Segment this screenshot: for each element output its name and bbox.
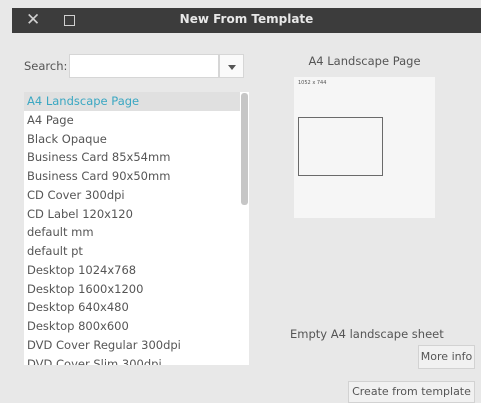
title-bar: ✕ New From Template: [12, 8, 481, 33]
template-list-item[interactable]: default pt: [24, 242, 240, 261]
template-list-item[interactable]: A4 Page: [24, 111, 240, 130]
create-from-template-button[interactable]: Create from template: [348, 381, 475, 403]
template-list-item[interactable]: default mm: [24, 223, 240, 242]
template-list-item[interactable]: Desktop 800x600: [24, 317, 240, 336]
template-list-item[interactable]: CD Cover 300dpi: [24, 186, 240, 205]
more-info-button[interactable]: More info: [418, 345, 475, 369]
template-list-item[interactable]: Desktop 640x480: [24, 298, 240, 317]
template-list-item[interactable]: Black Opaque: [24, 130, 240, 149]
new-from-template-dialog: ✕ New From Template Search: A4 Landscape…: [0, 0, 481, 403]
template-list-item[interactable]: Desktop 1024x768: [24, 261, 240, 280]
template-description: Empty A4 landscape sheet: [290, 327, 444, 341]
search-dropdown-button[interactable]: [219, 54, 244, 78]
template-list-item[interactable]: Business Card 85x54mm: [24, 148, 240, 167]
template-list-item[interactable]: A4 Landscape Page: [24, 92, 240, 111]
preview-title: A4 Landscape Page: [308, 54, 421, 68]
template-list-item[interactable]: Desktop 1600x1200: [24, 280, 240, 299]
template-preview: 1052 x 744: [294, 77, 435, 218]
template-list[interactable]: A4 Landscape Page A4 Page Black Opaque Busi…: [24, 92, 240, 365]
template-list-item[interactable]: CD Label 120x120: [24, 205, 240, 224]
search-input[interactable]: [69, 54, 219, 78]
window-title: New From Template: [179, 12, 314, 26]
template-list-item[interactable]: DVD Cover Slim 300dpi: [24, 355, 240, 366]
chevron-down-icon: [228, 65, 236, 70]
preview-size-label: 1052 x 744: [298, 80, 327, 86]
preview-page-outline: [298, 117, 383, 176]
scrollbar-thumb[interactable]: [241, 93, 248, 205]
template-list-item[interactable]: DVD Cover Regular 300dpi: [24, 336, 240, 355]
search-label: Search:: [24, 59, 68, 73]
template-list-item[interactable]: Business Card 90x50mm: [24, 167, 240, 186]
